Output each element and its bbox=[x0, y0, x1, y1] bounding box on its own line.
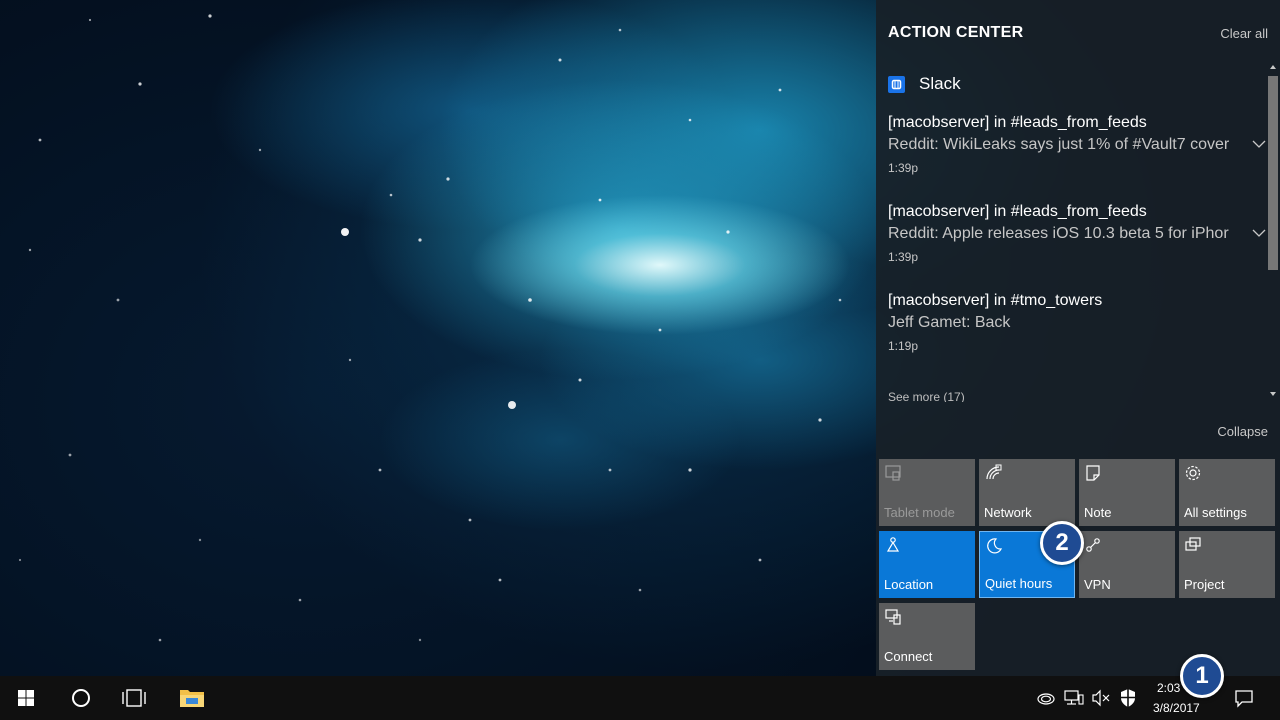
notification-title: [macobserver] in #leads_from_feeds bbox=[888, 203, 1147, 220]
clock-time[interactable]: 2:03 bbox=[1157, 681, 1180, 695]
volume-muted-icon[interactable] bbox=[1091, 688, 1111, 708]
notification-time: 1:19p bbox=[888, 339, 919, 353]
defender-shield-icon[interactable] bbox=[1118, 688, 1138, 708]
file-explorer-button[interactable] bbox=[168, 676, 216, 720]
notification-scrollbar[interactable] bbox=[1266, 60, 1280, 402]
notification-time: 1:39p bbox=[888, 250, 919, 264]
notification-body: Reddit: Apple releases iOS 10.3 beta 5 f… bbox=[888, 225, 1229, 242]
starfield bbox=[18, 14, 842, 642]
note-icon bbox=[1086, 465, 1100, 481]
slack-app-icon bbox=[888, 75, 905, 93]
cortana-circle-icon bbox=[72, 689, 90, 707]
tile-label: Quiet hours bbox=[985, 576, 1053, 591]
notification-list: Slack [macobserver] in #leads_from_feeds… bbox=[876, 60, 1280, 402]
all-settings-tile[interactable]: All settings bbox=[1179, 459, 1275, 526]
cortana-button[interactable] bbox=[57, 676, 105, 720]
chevron-down-icon[interactable] bbox=[1252, 137, 1266, 151]
location-tile[interactable]: Location bbox=[879, 531, 975, 598]
task-view-button[interactable] bbox=[110, 676, 158, 720]
project-icon bbox=[1185, 537, 1201, 551]
start-button[interactable] bbox=[2, 676, 50, 720]
collapse-button[interactable]: Collapse bbox=[1217, 424, 1268, 439]
tablet-mode-tile[interactable]: Tablet mode bbox=[879, 459, 975, 526]
step-1-badge: 1 bbox=[1180, 654, 1224, 698]
cloud-sync-icon[interactable] bbox=[1036, 688, 1056, 708]
tile-label: Note bbox=[1084, 505, 1112, 520]
notification-item[interactable]: [macobserver] in #leads_from_feeds Reddi… bbox=[888, 203, 1266, 264]
chevron-down-icon[interactable] bbox=[1252, 226, 1266, 240]
connect-tile[interactable]: Connect bbox=[879, 603, 975, 670]
windows-logo-icon bbox=[18, 690, 34, 706]
step-2-badge: 2 bbox=[1040, 521, 1084, 565]
notification-time: 1:39p bbox=[888, 161, 919, 175]
notification-item[interactable]: [macobserver] in #tmo_towers Jeff Gamet:… bbox=[888, 292, 1264, 353]
note-tile[interactable]: Note bbox=[1079, 459, 1175, 526]
moon-icon bbox=[987, 538, 1003, 554]
tile-label: Tablet mode bbox=[884, 505, 955, 520]
tile-label: VPN bbox=[1084, 577, 1111, 592]
network-tile[interactable]: Network bbox=[979, 459, 1075, 526]
notification-body: Reddit: WikiLeaks says just 1% of #Vault… bbox=[888, 136, 1230, 153]
tile-label: Network bbox=[984, 505, 1032, 520]
notification-body: Jeff Gamet: Back bbox=[888, 314, 1011, 331]
vpn-tile[interactable]: VPN bbox=[1079, 531, 1175, 598]
clock-date[interactable]: 3/8/2017 bbox=[1153, 701, 1200, 715]
tablet-mode-icon bbox=[885, 465, 901, 481]
network-tray-icon[interactable] bbox=[1064, 688, 1084, 708]
project-tile[interactable]: Project bbox=[1179, 531, 1275, 598]
gear-icon bbox=[1185, 465, 1201, 481]
task-view-icon bbox=[122, 689, 146, 707]
tile-label: Location bbox=[884, 577, 934, 592]
app-group-header[interactable]: Slack bbox=[888, 74, 961, 94]
notification-title: [macobserver] in #leads_from_feeds bbox=[888, 114, 1147, 131]
action-center-button[interactable] bbox=[1220, 676, 1268, 720]
folder-icon bbox=[180, 690, 204, 707]
action-center-title: ACTION CENTER bbox=[888, 24, 1024, 41]
tile-label: Connect bbox=[884, 649, 933, 664]
tile-label: Project bbox=[1184, 577, 1225, 592]
app-group-name: Slack bbox=[919, 74, 961, 93]
notification-item[interactable]: [macobserver] in #leads_from_feeds Reddi… bbox=[888, 114, 1266, 175]
notification-icon bbox=[1235, 690, 1253, 708]
clear-all-button[interactable]: Clear all bbox=[1220, 26, 1268, 41]
see-more-link[interactable]: See more (17) bbox=[888, 390, 965, 402]
tile-label: All settings bbox=[1184, 505, 1247, 520]
network-icon bbox=[986, 464, 1002, 480]
vpn-icon bbox=[1086, 538, 1100, 552]
connect-icon bbox=[885, 609, 901, 625]
notification-title: [macobserver] in #tmo_towers bbox=[888, 292, 1103, 309]
taskbar: 2:03 3/8/2017 bbox=[0, 676, 1280, 720]
location-icon bbox=[886, 537, 900, 552]
